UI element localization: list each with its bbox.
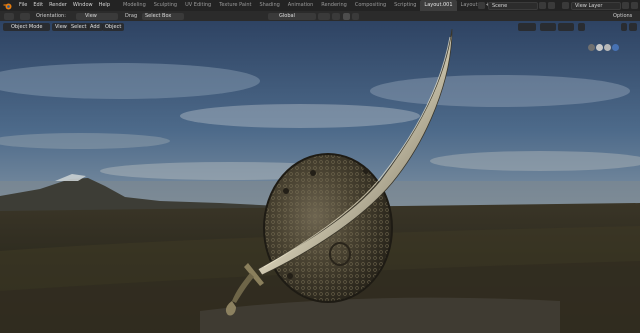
snap-toggle[interactable]: [318, 12, 330, 20]
view-layer-icon[interactable]: [562, 2, 569, 9]
sidebar-toggle[interactable]: [629, 22, 637, 31]
3d-viewport[interactable]: [0, 21, 640, 333]
tab-animation[interactable]: Animation: [284, 0, 318, 11]
new-view-layer-icon[interactable]: [622, 2, 629, 9]
mode-dropdown[interactable]: Object Mode: [3, 22, 50, 31]
solid-shading-icon[interactable]: [596, 44, 603, 51]
object-menu[interactable]: Object: [102, 22, 125, 31]
tab-rendering[interactable]: Rendering: [317, 0, 351, 11]
view-menu-label: View: [55, 23, 67, 30]
material-shading-icon[interactable]: [604, 44, 611, 51]
xray-toggle[interactable]: [578, 22, 585, 31]
workspace-tabs: Modeling Sculpting UV Editing Texture Pa…: [119, 0, 494, 11]
scene-name: Scene: [492, 2, 508, 9]
object-menu-label: Object: [105, 23, 122, 30]
transform-orientation-value: Global: [279, 13, 295, 19]
select-menu-label: Select: [71, 23, 87, 30]
menu-window[interactable]: Window: [70, 0, 96, 11]
rendered-shading-icon[interactable]: [612, 44, 619, 51]
main-menu: File Edit Render Window Help: [16, 0, 113, 11]
orientation-dropdown[interactable]: View: [76, 12, 118, 20]
options-dropdown[interactable]: Options: [613, 11, 632, 21]
shading-options-dropdown[interactable]: [621, 22, 627, 31]
tab-texture-paint[interactable]: Texture Paint: [215, 0, 255, 11]
tab-compositing[interactable]: Compositing: [351, 0, 390, 11]
proportional-falloff-icon[interactable]: [352, 12, 359, 20]
delete-view-layer-icon[interactable]: [631, 2, 638, 9]
top-bar: File Edit Render Window Help Modeling Sc…: [0, 0, 640, 11]
gizmo-toggle[interactable]: [540, 22, 556, 31]
drag-dropdown[interactable]: Select Box: [142, 12, 184, 20]
snap-target-dropdown[interactable]: [332, 12, 340, 20]
pivot-point-dropdown[interactable]: [304, 12, 316, 20]
overlay-toggle[interactable]: [558, 22, 574, 31]
tab-uv-editing[interactable]: UV Editing: [181, 0, 215, 11]
view-layer-selector[interactable]: View Layer: [571, 1, 621, 10]
tab-scripting[interactable]: Scripting: [390, 0, 420, 11]
viewport-render: [0, 21, 640, 333]
tab-shading[interactable]: Shading: [255, 0, 283, 11]
drag-label: Drag: [125, 13, 138, 19]
tab-sculpting[interactable]: Sculpting: [150, 0, 181, 11]
orientation-label: Orientation:: [36, 13, 66, 19]
orientation-value: View: [85, 13, 97, 19]
blender-logo-icon[interactable]: [3, 1, 12, 10]
tool-header: Orientation: View Drag Select Box Global…: [0, 11, 640, 21]
menu-file[interactable]: File: [16, 0, 30, 11]
add-menu[interactable]: Add: [87, 22, 103, 31]
tab-layout-001[interactable]: Layout.001: [420, 0, 457, 11]
transform-orientation-dropdown[interactable]: Global: [268, 12, 308, 20]
tool-select-icon[interactable]: [4, 12, 14, 20]
new-scene-icon[interactable]: [539, 2, 546, 9]
scene-icon[interactable]: [478, 2, 485, 9]
add-menu-label: Add: [90, 23, 100, 30]
viewport-header: Object Mode View Select Add Object: [0, 21, 640, 51]
menu-edit[interactable]: Edit: [30, 0, 46, 11]
drag-value: Select Box: [145, 13, 172, 19]
delete-scene-icon[interactable]: [548, 2, 555, 9]
scene-selector[interactable]: Scene: [488, 1, 538, 10]
proportional-edit-toggle[interactable]: [343, 12, 350, 20]
view-layer-name: View Layer: [575, 2, 603, 9]
wireframe-shading-icon[interactable]: [588, 44, 595, 51]
menu-render[interactable]: Render: [46, 0, 70, 11]
mode-label: Object Mode: [11, 23, 43, 30]
tab-modeling[interactable]: Modeling: [119, 0, 150, 11]
transform-pivot-icon[interactable]: [20, 12, 30, 20]
menu-help[interactable]: Help: [96, 0, 113, 11]
viewport-visibility-dropdown[interactable]: [518, 22, 536, 31]
